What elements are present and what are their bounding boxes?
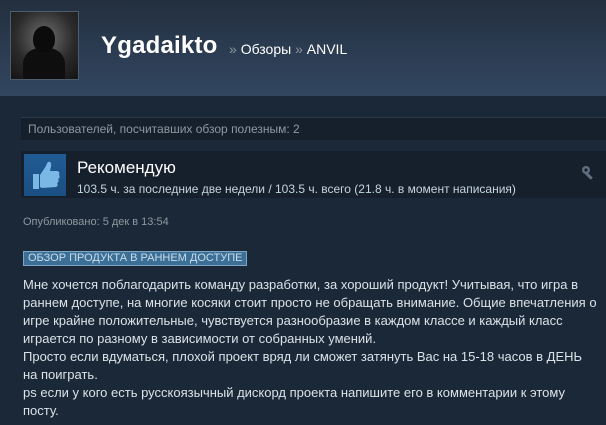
review-body: Мне хочется поблагодарить команду разраб… — [23, 276, 599, 420]
breadcrumb-reviews-link[interactable]: Обзоры — [241, 41, 292, 57]
username-link[interactable]: Ygadaikto — [101, 32, 218, 60]
review-paragraph: Просто если вдуматься, плохой проект вря… — [23, 349, 583, 382]
avatar-figure-body — [23, 48, 65, 79]
avatar-figure-hood — [33, 26, 55, 52]
thumbs-up-icon[interactable] — [24, 154, 66, 196]
breadcrumb-separator: » — [229, 41, 237, 57]
early-access-badge: ОБЗОР ПРОДУКТА В РАННЕМ ДОСТУПЕ — [23, 251, 248, 266]
helpful-count: Пользователей, посчитавших обзор полезны… — [21, 117, 606, 140]
recommendation-title[interactable]: Рекомендую — [77, 158, 176, 178]
breadcrumb-separator: » — [295, 41, 303, 57]
posted-date: Опубликовано: 5 дек в 13:54 — [23, 216, 169, 228]
playtime-hours: 103.5 ч. за последние две недели / 103.5… — [77, 182, 516, 196]
review-paragraph: ps если у кого есть русскоязычный дискор… — [23, 385, 565, 418]
breadcrumb: » Обзоры » ANVIL — [229, 41, 347, 57]
profile-header: Ygadaikto » Обзоры » ANVIL — [0, 0, 606, 96]
recommendation-panel: Рекомендую 103.5 ч. за последние две нед… — [21, 151, 606, 198]
avatar-image — [11, 12, 78, 79]
breadcrumb-game-link[interactable]: ANVIL — [307, 41, 347, 57]
wrench-hammer-icon — [580, 164, 598, 182]
avatar[interactable] — [10, 11, 79, 80]
review-paragraph: Мне хочется поблагодарить команду разраб… — [23, 277, 597, 346]
